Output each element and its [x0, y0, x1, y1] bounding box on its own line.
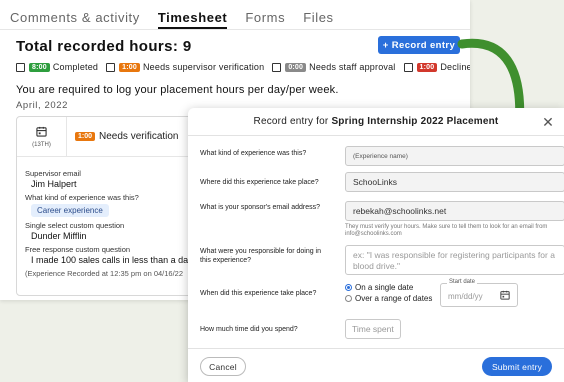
experience-name-select[interactable]: (Experience name)	[345, 146, 564, 166]
radio-label: Over a range of dates	[355, 294, 433, 303]
location-field[interactable]: SchooLinks	[345, 172, 564, 192]
legend-label: Needs supervisor verification	[142, 62, 265, 72]
modal-title-prefix: Record entry for	[253, 116, 329, 127]
tab-bar: Comments & activity Timesheet Forms File…	[0, 0, 470, 30]
checkbox[interactable]	[16, 62, 25, 72]
tab-timesheet[interactable]: Timesheet	[157, 10, 228, 29]
sponsor-email-field[interactable]: rebekah@schoolinks.net	[345, 201, 564, 221]
question-label: What kind of experience was this?	[200, 150, 307, 157]
modal-title-placement: Spring Internship 2022 Placement	[331, 116, 499, 127]
tab-files[interactable]: Files	[303, 10, 333, 29]
sponsor-email-hint: They must verify your hours. Make sure t…	[345, 224, 548, 237]
radio-label: On a single date	[355, 283, 414, 292]
calendar-icon[interactable]	[500, 290, 510, 302]
question-label: How much time did you spend?	[200, 326, 298, 333]
entry-status: 1:00 Needs verification	[67, 131, 179, 142]
modal-footer: Cancel Submit entry	[188, 348, 564, 382]
start-date-placeholder: mm/dd/yy	[448, 292, 483, 301]
legend-label: Needs staff approval	[309, 62, 396, 72]
radio-button[interactable]	[345, 295, 352, 302]
submit-entry-button[interactable]: Submit entry	[482, 357, 552, 376]
question-label: What were you responsible for doing in t…	[200, 248, 322, 264]
modal-header: Record entry for Spring Internship 2022 …	[188, 108, 564, 136]
total-hours: Total recorded hours: 9	[16, 38, 192, 55]
hours-badge: 1:00	[75, 132, 96, 141]
hours-badge: 1:00	[119, 62, 140, 72]
legend-completed[interactable]: 8:00 Completed	[16, 62, 98, 72]
radio-button[interactable]	[345, 284, 352, 291]
calendar-icon	[36, 126, 47, 140]
tab-forms[interactable]: Forms	[245, 10, 285, 29]
legend-needs-supervisor[interactable]: 1:00 Needs supervisor verification	[106, 62, 264, 72]
intro-text: You are required to log your placement h…	[16, 84, 339, 96]
question-label: Where did this experience take place?	[200, 179, 319, 186]
start-date-label: Start date	[447, 279, 478, 285]
entry-date: (13TH)	[17, 116, 67, 157]
legend-label: Completed	[52, 62, 99, 72]
tab-comments[interactable]: Comments & activity	[10, 10, 140, 29]
entry-status-label: Needs verification	[99, 131, 179, 142]
checkbox[interactable]	[403, 62, 413, 72]
question-label: When did this experience take place?	[200, 290, 317, 297]
experience-chip: Career experience	[31, 204, 109, 217]
legend-needs-staff[interactable]: 0:00 Needs staff approval	[272, 62, 395, 72]
hours-badge: 8:00	[29, 62, 50, 72]
checkbox[interactable]	[106, 62, 116, 72]
checkbox[interactable]	[272, 62, 282, 72]
close-icon[interactable]: ✕	[542, 114, 554, 131]
hours-badge: 1:00	[416, 62, 438, 72]
entry-day: (13TH)	[32, 141, 51, 148]
question-label: What is your sponsor's email address?	[200, 204, 320, 211]
month-heading: April, 2022	[16, 100, 69, 111]
start-date-field[interactable]: Start date mm/dd/yy	[440, 279, 518, 307]
record-entry-modal: Record entry for Spring Internship 2022 …	[188, 108, 564, 382]
status-legend: 8:00 Completed 1:00 Needs supervisor ver…	[16, 62, 470, 72]
responsibility-textarea[interactable]: ex: "I was responsible for registering p…	[345, 245, 564, 275]
hours-badge: 0:00	[285, 62, 307, 72]
cancel-button[interactable]: Cancel	[200, 357, 246, 376]
time-spent-field[interactable]: Time spent	[345, 319, 401, 339]
